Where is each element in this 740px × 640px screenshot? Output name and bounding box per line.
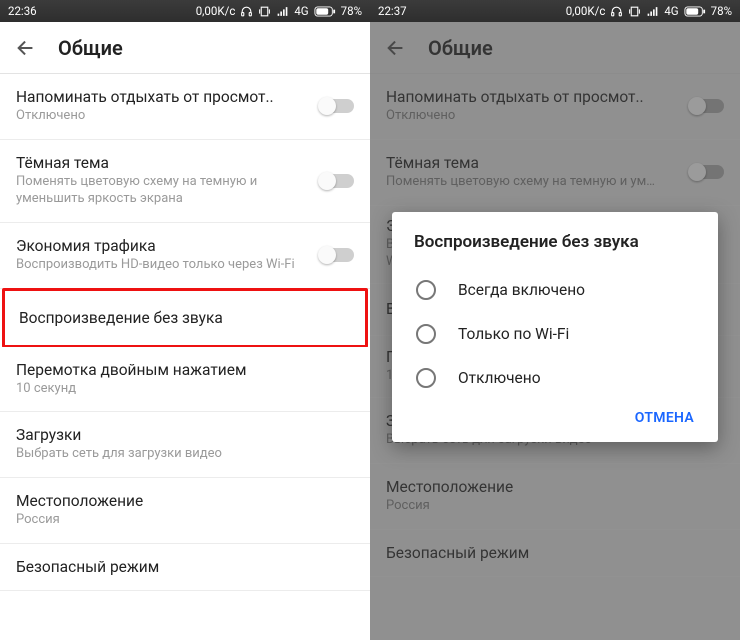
settings-list: Напоминать отдыхать от просмот.. Отключе… <box>0 74 370 640</box>
setting-muted-playback[interactable]: Воспроизведение без звука <box>2 288 368 348</box>
phone-left: 22:36 0,00K/c 4G 78% Общие Напоминать от… <box>0 0 370 640</box>
signal-icon <box>276 5 289 18</box>
toggle-switch[interactable] <box>320 248 354 262</box>
battery-icon <box>684 6 706 17</box>
status-battery: 78% <box>711 4 732 18</box>
vibrate-icon <box>628 5 641 18</box>
cancel-button[interactable]: ОТМЕНА <box>635 410 694 426</box>
back-button[interactable] <box>12 34 40 62</box>
option-label: Отключено <box>458 369 541 387</box>
item-sub: Отключено <box>16 108 310 125</box>
radio-icon <box>416 324 436 344</box>
setting-reminder[interactable]: Напоминать отдыхать от просмот.. Отключе… <box>0 74 370 140</box>
battery-icon <box>314 6 336 17</box>
item-label: Местоположение <box>16 492 354 510</box>
item-label: Напоминать отдыхать от просмот.. <box>16 88 310 106</box>
setting-dark-theme[interactable]: Тёмная тема Поменять цветовую схему на т… <box>0 140 370 223</box>
toggle-switch[interactable] <box>320 99 354 113</box>
dialog-title: Воспроизведение без звука <box>414 232 696 252</box>
headphones-icon <box>240 5 253 18</box>
vibrate-icon <box>258 5 271 18</box>
radio-icon <box>416 368 436 388</box>
dialog-option-wifi[interactable]: Только по Wi-Fi <box>414 312 696 356</box>
item-label: Безопасный режим <box>16 558 354 576</box>
item-sub: 10 секунд <box>16 381 354 398</box>
option-label: Всегда включено <box>458 281 585 299</box>
status-time: 22:37 <box>378 4 407 18</box>
status-4g: 4G <box>664 4 678 18</box>
item-label: Экономия трафика <box>16 237 310 255</box>
dialog-option-off[interactable]: Отключено <box>414 356 696 400</box>
option-label: Только по Wi-Fi <box>458 325 569 343</box>
signal-icon <box>646 5 659 18</box>
page-title: Общие <box>58 36 123 60</box>
muted-playback-dialog: Воспроизведение без звука Всегда включен… <box>392 212 718 442</box>
setting-downloads[interactable]: Загрузки Выбрать сеть для загрузки видео <box>0 412 370 478</box>
radio-icon <box>416 280 436 300</box>
item-label: Тёмная тема <box>16 154 310 172</box>
item-sub: Выбрать сеть для загрузки видео <box>16 446 354 463</box>
status-bar: 22:37 0,00K/c 4G 78% <box>370 0 740 22</box>
phone-right: 22:37 0,00K/c 4G 78% Общие Напоминать от… <box>370 0 740 640</box>
status-time: 22:36 <box>8 4 37 18</box>
setting-double-tap-seek[interactable]: Перемотка двойным нажатием 10 секунд <box>0 347 370 413</box>
toggle-switch[interactable] <box>320 174 354 188</box>
item-label: Перемотка двойным нажатием <box>16 361 354 379</box>
item-sub: Россия <box>16 512 354 529</box>
status-net: 0,00K/c <box>566 4 606 18</box>
status-bar: 22:36 0,00K/c 4G 78% <box>0 0 370 22</box>
setting-restricted-mode[interactable]: Безопасный режим <box>0 544 370 591</box>
dialog-option-always[interactable]: Всегда включено <box>414 268 696 312</box>
item-sub: Поменять цветовую схему на темную и умен… <box>16 174 310 208</box>
status-battery: 78% <box>341 4 362 18</box>
headphones-icon <box>610 5 623 18</box>
setting-data-saver[interactable]: Экономия трафика Воспроизводить HD-видео… <box>0 223 370 289</box>
item-label: Загрузки <box>16 426 354 444</box>
status-net: 0,00K/c <box>196 4 236 18</box>
item-sub: Воспроизводить HD-видео только через Wi-… <box>16 257 310 274</box>
status-4g: 4G <box>294 4 308 18</box>
app-header: Общие <box>0 22 370 74</box>
item-label: Воспроизведение без звука <box>19 309 351 327</box>
setting-location[interactable]: Местоположение Россия <box>0 478 370 544</box>
